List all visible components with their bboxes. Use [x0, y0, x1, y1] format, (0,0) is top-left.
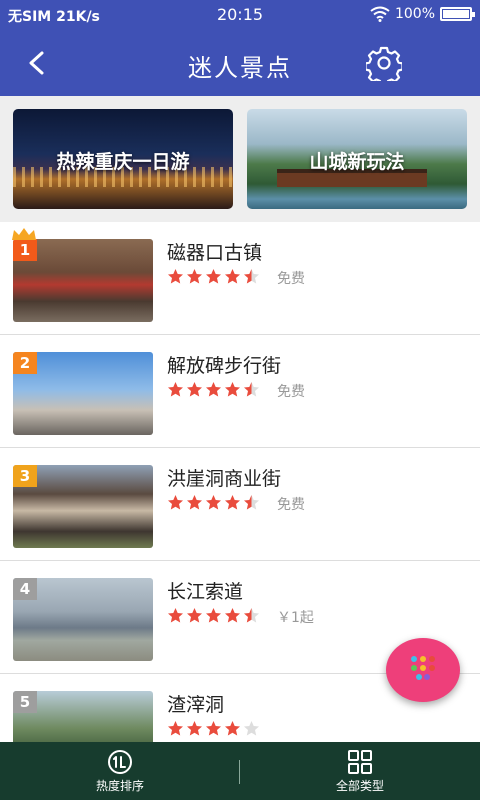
star-icon [206, 495, 221, 510]
rank-badge: 1 [13, 239, 37, 261]
list-item[interactable]: 3 洪崖洞商业街 免费 [0, 448, 480, 561]
star-icon [225, 608, 240, 623]
attraction-price: 免费 [277, 497, 305, 513]
dots-menu-icon [411, 656, 435, 680]
star-icon [206, 721, 221, 736]
battery-icon [440, 7, 475, 21]
rating-stars [167, 607, 260, 624]
star-icon [168, 608, 183, 623]
tab-label: 全部类型 [335, 779, 384, 793]
star-icon [187, 608, 202, 623]
rank-badge: 3 [13, 465, 37, 487]
star-icon [225, 382, 240, 397]
attraction-price: ￥1起 [277, 610, 314, 626]
attraction-thumbnail: 3 [13, 465, 153, 548]
wifi-icon [370, 6, 390, 22]
gear-icon[interactable] [366, 45, 402, 81]
attraction-name: 长江索道 [167, 581, 244, 603]
sort-hot-icon [108, 750, 132, 774]
banner-label: 山城新玩法 [309, 151, 405, 173]
rating-stars [167, 268, 260, 285]
star-icon [168, 721, 183, 736]
attraction-name: 渣滓洞 [167, 694, 225, 716]
banner-chongqing-day-tour[interactable]: 热辣重庆一日游 [13, 109, 233, 209]
star-icon [168, 495, 183, 510]
rank-badge: 4 [13, 578, 37, 600]
attraction-price: 免费 [277, 384, 305, 400]
attraction-name: 洪崖洞商业街 [167, 468, 282, 490]
page-title: 迷人景点 [188, 54, 292, 82]
attraction-price: 免费 [277, 271, 305, 287]
star-icon [168, 269, 183, 284]
star-icon [225, 269, 240, 284]
attraction-thumbnail: 4 [13, 578, 153, 661]
star-icon [244, 608, 259, 623]
star-icon [225, 721, 240, 736]
rating-stars [167, 720, 260, 737]
floating-menu-button[interactable] [386, 638, 460, 702]
battery-text: 100% [394, 6, 435, 22]
star-icon [206, 608, 221, 623]
banner-mountain-city[interactable]: 山城新玩法 [247, 109, 467, 209]
rating-stars [167, 494, 260, 511]
banner-label: 热辣重庆一日游 [56, 151, 190, 173]
rank-badge: 2 [13, 352, 37, 374]
rank-badge: 5 [13, 691, 37, 713]
tab-all-types[interactable]: 全部类型 [240, 742, 480, 800]
attraction-name: 解放碑步行街 [167, 355, 282, 377]
list-item[interactable]: 1 磁器口古镇 免费 [0, 222, 480, 335]
star-icon [187, 721, 202, 736]
status-right: 100% [370, 6, 475, 22]
star-icon [187, 269, 202, 284]
list-item[interactable]: 2 解放碑步行街 免费 [0, 335, 480, 448]
rating-stars [167, 381, 260, 398]
attraction-list: 1 磁器口古镇 免费 2 解放碑步行街 免费 3 洪崖洞商业街 免费 4 长江索… [0, 222, 480, 787]
tab-hot-sort[interactable]: 热度排序 [0, 742, 240, 800]
bottom-nav: 热度排序 全部类型 [0, 742, 480, 800]
app-bar: 迷人景点 [0, 30, 480, 96]
star-icon [225, 495, 240, 510]
attraction-thumbnail: 2 [13, 352, 153, 435]
crown-icon [12, 228, 36, 240]
star-icon [244, 495, 259, 510]
banner-section: 热辣重庆一日游 山城新玩法 [0, 96, 480, 222]
tab-label: 热度排序 [95, 779, 144, 793]
star-icon [187, 382, 202, 397]
star-icon [244, 269, 259, 284]
attraction-thumbnail: 1 [13, 239, 153, 322]
star-icon [168, 382, 183, 397]
star-icon [206, 382, 221, 397]
status-bar: 无SIM 21K/s 20:15 100% [0, 0, 480, 30]
star-icon [244, 382, 259, 397]
grid-icon [348, 750, 372, 774]
attraction-name: 磁器口古镇 [167, 242, 263, 264]
star-icon [206, 269, 221, 284]
star-icon [187, 495, 202, 510]
star-icon [244, 721, 259, 736]
